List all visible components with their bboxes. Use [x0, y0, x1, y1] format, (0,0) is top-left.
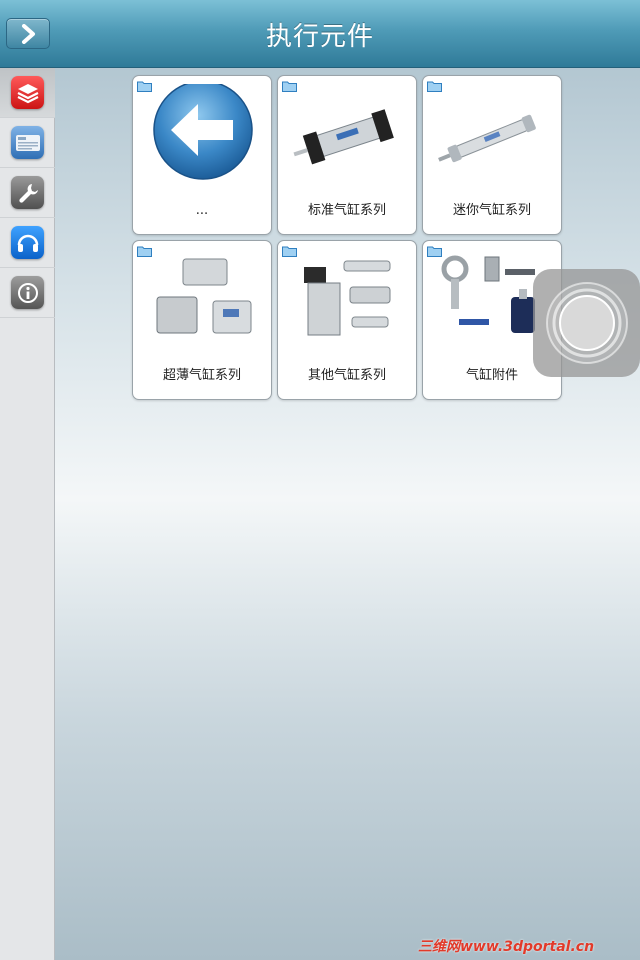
compact-cylinder-image — [156, 258, 252, 334]
top-bar: 执行元件 — [0, 0, 640, 68]
sidebar-item-products[interactable] — [0, 68, 55, 118]
grid-item-mini-cylinder[interactable]: 迷你气缸系列 — [422, 75, 562, 235]
sidebar-item-support[interactable] — [0, 218, 55, 268]
other-cylinder-image — [304, 260, 391, 336]
assistive-touch-button[interactable] — [533, 269, 640, 377]
grid-item-other-cylinder[interactable]: 其他气缸系列 — [277, 240, 417, 400]
grid-item-back[interactable]: ... — [132, 75, 272, 235]
layers-icon — [11, 76, 44, 109]
grid-item-compact-cylinder[interactable]: 超薄气缸系列 — [132, 240, 272, 400]
sidebar — [0, 68, 55, 960]
watermark: 三维网www.3dportal.cn — [418, 939, 595, 955]
info-icon — [11, 276, 44, 309]
sidebar-item-about[interactable] — [0, 268, 55, 318]
standard-cylinder-image — [293, 109, 394, 165]
grid-item-label: ... — [195, 203, 209, 218]
page-title: 执行元件 — [265, 22, 374, 52]
news-icon — [11, 126, 44, 159]
headset-icon — [11, 226, 44, 259]
grid-item-standard-cylinder[interactable]: 标准气缸系列 — [277, 75, 417, 235]
grid-item-label: 迷你气缸系列 — [452, 203, 531, 218]
grid-item-label: 超薄气缸系列 — [162, 368, 241, 383]
sidebar-item-tools[interactable] — [0, 168, 55, 218]
wrench-icon — [11, 176, 44, 209]
mini-cylinder-image — [438, 114, 536, 163]
grid-item-label: 其他气缸系列 — [307, 368, 386, 383]
sidebar-item-news[interactable] — [0, 118, 55, 168]
grid-item-label: 标准气缸系列 — [307, 203, 386, 218]
back-arrow-icon — [153, 84, 253, 180]
assistive-touch-icon — [545, 282, 628, 364]
